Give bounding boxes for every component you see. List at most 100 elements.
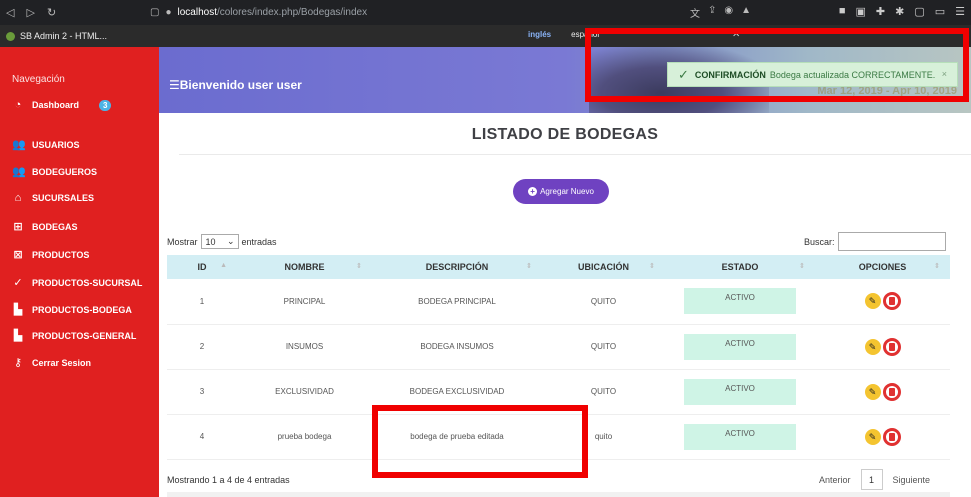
table-row: 1 PRINCIPAL BODEGA PRINCIPAL QUITO ACTIV… xyxy=(167,279,950,325)
edit-button[interactable]: ✎ xyxy=(864,428,881,445)
horizontal-scrollbar[interactable] xyxy=(167,492,950,497)
browser-toolbar: ◁ ▷ ↻ ▢ ● localhost /colores/index.php/B… xyxy=(0,0,971,25)
sidebar-item-label: Cerrar Sesion xyxy=(32,357,92,368)
sidebar-item-cerrar-sesion[interactable]: ⚷ Cerrar Sesion xyxy=(12,356,91,369)
extension-icon[interactable]: ■ xyxy=(839,5,846,18)
sidebar-item-label: Dashboard xyxy=(32,100,80,110)
table-info: Mostrando 1 a 4 de 4 entradas xyxy=(167,475,290,485)
address-bar[interactable]: ▢ ● localhost /colores/index.php/Bodegas… xyxy=(150,4,710,21)
extension-icon[interactable]: ▲ xyxy=(741,5,751,20)
search-control: Buscar: xyxy=(804,232,946,251)
chevron-down-icon: ⌄ xyxy=(226,236,235,246)
prev-page-button[interactable]: Anterior xyxy=(819,475,851,485)
translate-lang-english[interactable]: inglés xyxy=(528,30,551,39)
cell-ubicacion: QUITO xyxy=(542,324,665,370)
page-title: LISTADO DE BODEGAS xyxy=(471,126,659,143)
page-length-select[interactable]: 10 ⌄ xyxy=(200,234,239,249)
sidebar-item-label: SUCURSALES xyxy=(32,193,95,203)
search-input[interactable] xyxy=(837,232,946,251)
page-length-control: Mostrar 10 ⌄ entradas xyxy=(167,234,277,249)
sidebar-heading: Navegación xyxy=(12,74,65,85)
favicon-icon xyxy=(6,31,15,41)
sidebar-item-label: PRODUCTOS xyxy=(32,249,90,260)
notification-badge: 3 xyxy=(99,99,112,111)
sidebar-item-bodegueros[interactable]: 👥 BODEGUEROS xyxy=(12,165,97,178)
edit-button[interactable]: ✎ xyxy=(864,338,881,355)
share-icon[interactable]: ⇪ xyxy=(708,5,716,20)
menu-toggle-icon[interactable]: ☰ xyxy=(169,78,180,92)
cell-id: 1 xyxy=(167,279,237,325)
column-header-ubicacion[interactable]: UBICACIÓN ⇕ xyxy=(542,255,665,279)
pagination: Anterior 1 Siguiente xyxy=(819,469,930,490)
page-number-button[interactable]: 1 xyxy=(860,469,883,490)
cell-id: 3 xyxy=(167,369,237,415)
annotation-box-description xyxy=(372,405,588,478)
users-icon: 👥 xyxy=(12,166,26,178)
sidebar-item-usuarios[interactable]: 👥 USUARIOS xyxy=(12,138,80,151)
delete-button[interactable] xyxy=(882,427,901,446)
sidebar-item-productos-sucursal[interactable]: ✓ PRODUCTOS-SUCURSAL xyxy=(12,276,142,289)
cell-opciones: ✎ xyxy=(815,324,950,370)
status-badge: ACTIVO xyxy=(684,288,796,315)
menu-icon[interactable]: ☰ xyxy=(955,5,965,18)
delete-button[interactable] xyxy=(882,292,901,311)
dashboard-icon: ◔ xyxy=(14,99,22,111)
sidebar-item-productos-bodega[interactable]: ▙ PRODUCTOS-BODEGA xyxy=(12,303,132,316)
column-header-nombre[interactable]: NOMBRE ⇕ xyxy=(237,255,372,279)
browser-tab[interactable]: SB Admin 2 - HTML... xyxy=(0,27,160,45)
cell-ubicacion: QUITO xyxy=(542,279,665,325)
cell-opciones: ✎ xyxy=(815,279,950,325)
window-icon[interactable]: ▢ xyxy=(914,5,924,18)
column-header-descripcion[interactable]: DESCRIPCIÓN ⇕ xyxy=(372,255,542,279)
edit-button[interactable]: ✎ xyxy=(864,293,881,310)
cell-opciones: ✎ xyxy=(815,414,950,460)
cell-estado: ACTIVO xyxy=(665,279,815,325)
info-icon[interactable]: ● xyxy=(165,7,171,18)
extension-icon[interactable]: ✚ xyxy=(876,5,885,18)
status-badge: ACTIVO xyxy=(684,378,796,405)
table-row: 2 INSUMOS BODEGA INSUMOS QUITO ACTIVO ✎ xyxy=(167,324,950,370)
edit-button[interactable]: ✎ xyxy=(864,383,881,400)
sort-icon: ⇕ xyxy=(934,263,940,270)
sidebar-item-productos-general[interactable]: ▙ PRODUCTOS-GENERAL xyxy=(12,329,137,342)
extension-icon[interactable]: ◉ xyxy=(724,5,733,20)
length-prefix: Mostrar xyxy=(167,236,198,247)
cell-id: 4 xyxy=(167,414,237,460)
sidebar-item-label: PRODUCTOS-BODEGA xyxy=(32,304,132,315)
sidebar-item-bodegas[interactable]: ⊞ BODEGAS xyxy=(12,220,78,233)
cell-estado: ACTIVO xyxy=(665,414,815,460)
url-host: localhost xyxy=(177,7,217,18)
cell-descripcion: BODEGA INSUMOS xyxy=(372,324,542,370)
sidebar-icon[interactable]: ▭ xyxy=(935,5,945,18)
forward-icon[interactable]: ▷ xyxy=(26,6,34,19)
next-page-button[interactable]: Siguiente xyxy=(893,475,931,485)
sidebar-item-dashboard[interactable]: ◔ Dashboard 3 xyxy=(12,99,112,111)
column-header-opciones[interactable]: OPCIONES ⇕ xyxy=(815,255,950,279)
cell-descripcion: BODEGA PRINCIPAL xyxy=(372,279,542,325)
plus-icon: + xyxy=(528,187,538,196)
sort-icon: ⇕ xyxy=(649,263,655,270)
cell-nombre: EXCLUSIVIDAD xyxy=(237,369,372,415)
check-icon: ✓ xyxy=(13,277,23,289)
delete-button[interactable] xyxy=(882,382,901,401)
column-header-id[interactable]: ID ▲ xyxy=(167,255,237,279)
puzzle-icon[interactable]: ✱ xyxy=(895,5,904,18)
sidebar-item-productos[interactable]: ⊠ PRODUCTOS xyxy=(12,248,89,261)
column-header-estado[interactable]: ESTADO ⇕ xyxy=(665,255,815,279)
extension-icon[interactable]: ▣ xyxy=(855,5,865,18)
table-header-row: ID ▲ NOMBRE ⇕ DESCRIPCIÓN ⇕ UBICACIÓN ⇕ ESTA… xyxy=(167,255,950,279)
back-icon[interactable]: ◁ xyxy=(6,6,14,19)
sort-icon: ⇕ xyxy=(799,263,805,270)
bookmark-icon[interactable]: ▢ xyxy=(150,7,159,18)
sidebar-item-sucursales[interactable]: ⌂ SUCURSALES xyxy=(12,192,94,204)
search-label: Buscar: xyxy=(804,236,835,247)
toolbar-icons: ■ ▣ ✚ ✱ ▢ ▭ ☰ xyxy=(839,5,965,18)
cell-estado: ACTIVO xyxy=(665,369,815,415)
translate-icon[interactable]: 文 xyxy=(690,5,700,20)
cell-id: 2 xyxy=(167,324,237,370)
add-new-button[interactable]: + Agregar Nuevo xyxy=(513,179,609,204)
sidebar-item-label: BODEGUEROS xyxy=(32,166,98,177)
sidebar-item-label: BODEGAS xyxy=(32,221,78,232)
delete-button[interactable] xyxy=(882,337,901,356)
reload-icon[interactable]: ↻ xyxy=(47,6,56,19)
